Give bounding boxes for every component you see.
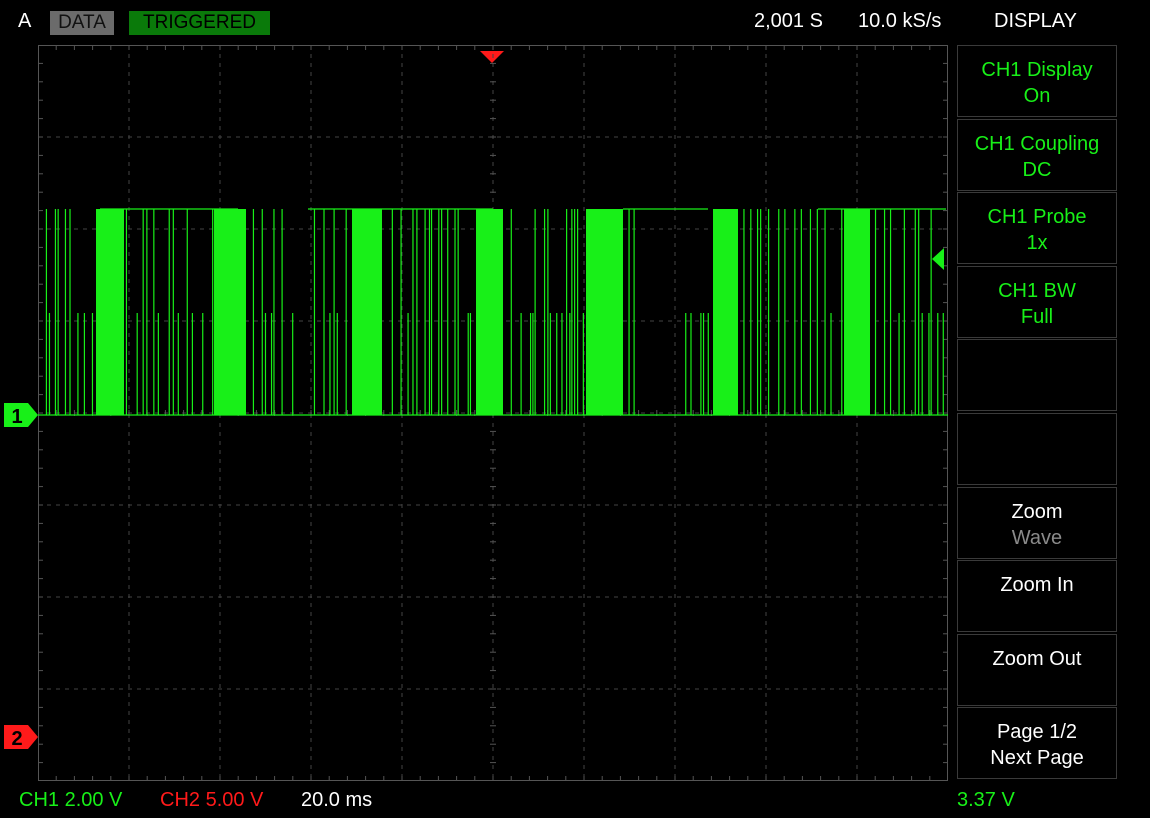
menu-button-ch1-display[interactable]: CH1 Display On	[957, 45, 1117, 117]
menu-button-label: CH1 Coupling	[974, 132, 1100, 155]
menu-button-label: Page 1/2	[996, 721, 1078, 744]
menu-title: DISPLAY	[994, 10, 1077, 32]
ch1-ground-marker[interactable]: 1	[4, 401, 38, 429]
menu-button-label: CH1 Probe	[987, 206, 1087, 229]
menu-button-value: DC	[1022, 158, 1052, 181]
ch2-vertical-scale: CH2 5.00 V	[160, 789, 264, 811]
menu-button-zoom[interactable]: Zoom Wave	[957, 486, 1117, 559]
menu-button-value: Wave	[1011, 526, 1063, 549]
record-length: 2,001 S	[754, 10, 823, 32]
menu-button-label: Zoom Out	[992, 647, 1082, 670]
ch1-waveform	[38, 208, 948, 416]
menu-button-ch1-coupling[interactable]: CH1 Coupling DC	[957, 118, 1117, 191]
acquisition-mode: A	[18, 10, 32, 32]
trigger-level-readout: 3.37 V	[957, 789, 1015, 811]
menu-button-empty-5[interactable]	[957, 413, 1117, 485]
menu-button-ch1-bw[interactable]: CH1 BW Full	[957, 265, 1117, 338]
menu-button-label: Zoom In	[1000, 574, 1074, 597]
ch1-marker-label: 1	[11, 406, 22, 428]
sample-rate: 10.0 kS/s	[858, 10, 942, 32]
side-menu: CH1 Display On CH1 Coupling DC CH1 Probe 1x CH…	[957, 45, 1119, 781]
menu-button-value: Next Page	[990, 747, 1084, 770]
waveform-display[interactable]	[38, 45, 948, 781]
menu-button-value: 1x	[1026, 232, 1048, 255]
menu-button-empty-4[interactable]	[957, 339, 1117, 412]
menu-button-label: CH1 Display	[981, 59, 1093, 81]
menu-button-zoom-in[interactable]: Zoom In	[957, 560, 1117, 633]
ch2-ground-marker[interactable]: 2	[4, 723, 38, 751]
menu-button-value: Full	[1020, 305, 1054, 328]
ch1-vertical-scale: CH1 2.00 V	[19, 789, 123, 811]
menu-button-label: Zoom	[1011, 500, 1063, 523]
menu-button-value: On	[1023, 85, 1051, 107]
menu-button-page-1-2[interactable]: Page 1/2 Next Page	[957, 707, 1117, 780]
menu-button-zoom-out[interactable]: Zoom Out	[957, 633, 1117, 706]
ch2-marker-label: 2	[11, 728, 22, 750]
horizontal-timebase: 20.0 ms	[301, 789, 373, 811]
menu-button-label: CH1 BW	[998, 279, 1076, 302]
trigger-level-icon[interactable]	[930, 248, 944, 270]
data-badge: DATA	[50, 11, 114, 35]
trigger-status-badge: TRIGGERED	[129, 11, 270, 35]
menu-button-ch1-probe[interactable]: CH1 Probe 1x	[957, 192, 1117, 265]
